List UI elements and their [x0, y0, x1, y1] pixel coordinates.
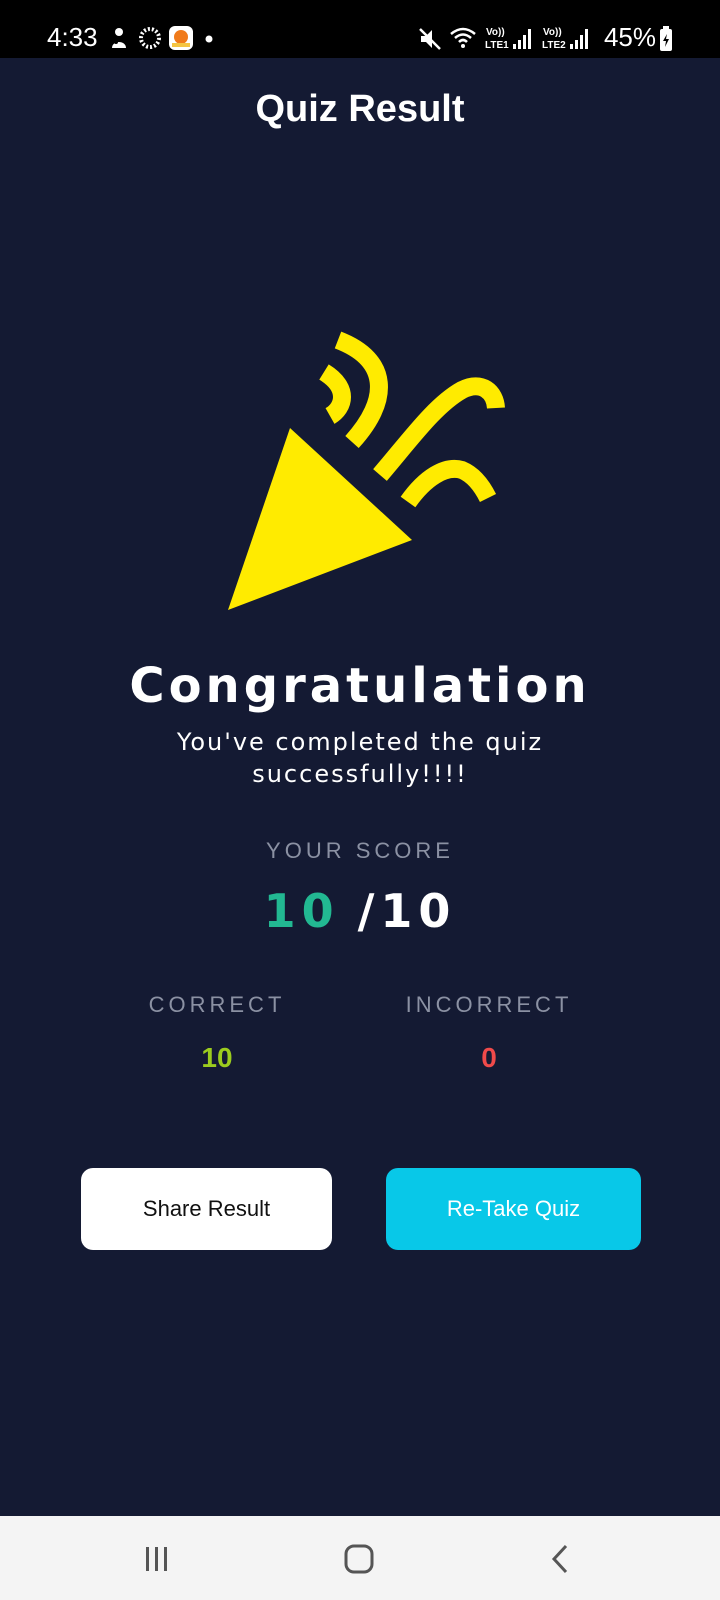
- notification-dot-icon: [205, 35, 213, 43]
- volte-label: Vo)): [486, 27, 505, 38]
- app-icon: [169, 26, 193, 50]
- signal-lte2-icon: Vo)) LTE2: [542, 27, 588, 51]
- battery-percent: 45%: [603, 22, 656, 52]
- completion-message: You've completed the quiz successfully!!…: [176, 728, 544, 788]
- score-label: YOUR SCORE: [266, 838, 454, 863]
- correct-count: 10: [201, 1042, 233, 1073]
- score-value: 10: [263, 884, 340, 938]
- status-time: 4:33: [47, 22, 98, 52]
- congratulation-heading: Congratulation: [129, 658, 591, 714]
- correct-label: CORRECT: [148, 992, 286, 1017]
- incorrect-label: INCORRECT: [405, 992, 573, 1017]
- party-popper-icon: [228, 331, 505, 610]
- navigation-bar: [0, 1516, 720, 1600]
- battery-icon: [660, 26, 672, 51]
- app-notification-icon: [112, 28, 126, 48]
- share-result-button[interactable]: Share Result: [81, 1168, 332, 1250]
- back-icon[interactable]: [548, 1542, 572, 1576]
- page-title: Quiz Result: [255, 88, 465, 130]
- retake-quiz-button[interactable]: Re-Take Quiz: [386, 1168, 641, 1250]
- lte2-label: LTE2: [542, 40, 566, 51]
- lte1-label: LTE1: [485, 40, 509, 51]
- loading-icon: [139, 27, 161, 49]
- status-bar: 4:33 Vo)) LTE1 Vo)) LTE2 45%: [0, 0, 720, 58]
- score-display: 10/10: [0, 884, 720, 938]
- incorrect-count: 0: [481, 1042, 497, 1073]
- mute-icon: [419, 28, 441, 50]
- wifi-icon: [450, 27, 476, 48]
- volte-label-2: Vo)): [543, 27, 562, 38]
- recent-apps-icon[interactable]: [140, 1544, 174, 1574]
- home-icon[interactable]: [342, 1542, 376, 1576]
- signal-lte1-icon: Vo)) LTE1: [485, 27, 531, 51]
- score-total: /10: [357, 884, 457, 938]
